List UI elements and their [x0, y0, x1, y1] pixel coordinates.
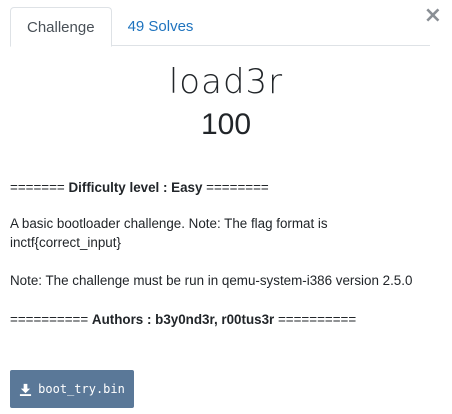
challenge-value: 100	[200, 108, 252, 141]
difficulty-suffix: ========	[202, 180, 269, 195]
download-icon	[19, 383, 32, 396]
difficulty-prefix: =======	[10, 180, 69, 195]
authors-prefix: ==========	[10, 312, 92, 327]
tab-challenge[interactable]: Challenge	[10, 7, 112, 47]
tab-solves[interactable]: 49 Solves	[112, 7, 210, 46]
challenge-description: A basic bootloader challenge. Note: The …	[10, 216, 328, 250]
download-file-button[interactable]: boot_try.bin	[10, 370, 134, 408]
download-file-name: boot_try.bin	[38, 382, 125, 396]
challenge-name: load3r	[168, 62, 284, 102]
difficulty-text: Difficulty level : Easy	[68, 180, 203, 195]
authors-suffix: ==========	[274, 312, 357, 327]
modal-tabs: Challenge 49 Solves	[10, 7, 430, 47]
authors-line: ========== Authors : b3y0nd3r, r00tus3r …	[10, 310, 440, 329]
difficulty-line: ======= Difficulty level : Easy ========	[10, 178, 440, 197]
challenge-note: Note: The challenge must be run in qemu-…	[10, 273, 413, 288]
authors-text: Authors : b3y0nd3r, r00tus3r	[91, 312, 275, 327]
